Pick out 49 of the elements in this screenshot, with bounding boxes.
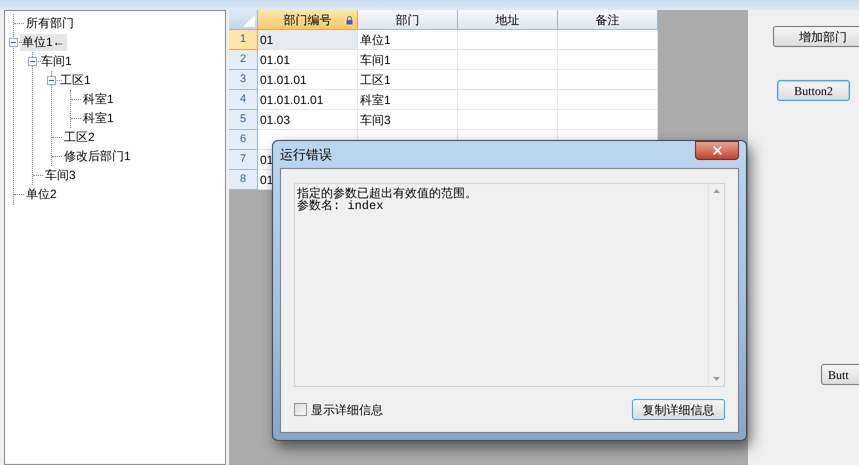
column-header[interactable]: 备注 xyxy=(558,10,658,30)
column-header[interactable]: 部门编号 xyxy=(258,10,358,30)
table-cell: 车间1 xyxy=(358,50,458,70)
collapse-icon[interactable] xyxy=(47,76,56,85)
table-cell: 车间3 xyxy=(358,110,458,130)
tree-item[interactable]: 车间3 xyxy=(43,167,78,184)
tree-item[interactable]: 单位2 xyxy=(24,186,59,203)
column-header[interactable]: 部门 xyxy=(358,10,458,30)
table-cell: 01.01.01.01 xyxy=(258,90,358,110)
push-button[interactable]: Butt xyxy=(821,364,859,385)
push-button[interactable]: 增加部门 xyxy=(773,26,859,47)
tree-item[interactable]: 所有部门 xyxy=(24,15,76,32)
scroll-down-icon[interactable] xyxy=(713,377,720,381)
table-cell: 01.01.01 xyxy=(258,70,358,90)
tree-item[interactable]: 修改后部门1 xyxy=(62,148,133,165)
close-button[interactable] xyxy=(695,141,739,160)
tree-item[interactable]: 单位1← xyxy=(20,34,67,51)
tree-item[interactable]: 工区2 xyxy=(62,129,97,146)
table-cell: 科室1 xyxy=(358,90,458,110)
table-cell: 01.03 xyxy=(258,110,358,130)
close-icon xyxy=(710,144,724,157)
tree-item[interactable]: 科室1 xyxy=(81,110,116,127)
push-button[interactable]: Button2 xyxy=(777,80,850,101)
checkbox-label: 显示详细信息 xyxy=(311,402,383,418)
collapse-icon[interactable] xyxy=(9,38,18,47)
row-header[interactable]: 3 xyxy=(229,70,258,90)
checkbox[interactable] xyxy=(294,403,307,416)
row-header[interactable]: 8 xyxy=(229,170,258,190)
tree-item[interactable]: 车间1 xyxy=(39,53,74,70)
table-cell: 单位1 xyxy=(358,30,458,50)
row-header[interactable]: 6 xyxy=(229,130,258,150)
tree-item[interactable]: 工区1 xyxy=(58,72,93,89)
collapse-icon[interactable] xyxy=(28,57,37,66)
tree-item[interactable]: 科室1 xyxy=(81,91,116,108)
row-header[interactable]: 7 xyxy=(229,150,258,170)
message-box[interactable]: 指定的参数已超出有效值的范围。 参数名: index xyxy=(294,183,725,387)
select-all-corner[interactable] xyxy=(229,10,258,30)
row-header[interactable]: 2 xyxy=(229,50,258,70)
row-header[interactable]: 5 xyxy=(229,110,258,130)
table-cell: 工区1 xyxy=(358,70,458,90)
table-cell: 01.01 xyxy=(258,50,358,70)
error-message: 参数名: index xyxy=(297,200,384,213)
scroll-up-icon[interactable] xyxy=(713,189,720,193)
copy-details-button[interactable]: 复制详细信息 xyxy=(632,399,725,420)
table-cell: 01 xyxy=(258,30,358,50)
row-header[interactable]: 1 xyxy=(229,30,258,50)
row-header[interactable]: 4 xyxy=(229,90,258,110)
error-message: 指定的参数已超出有效值的范围。 xyxy=(297,187,478,200)
column-header[interactable]: 地址 xyxy=(458,10,558,30)
